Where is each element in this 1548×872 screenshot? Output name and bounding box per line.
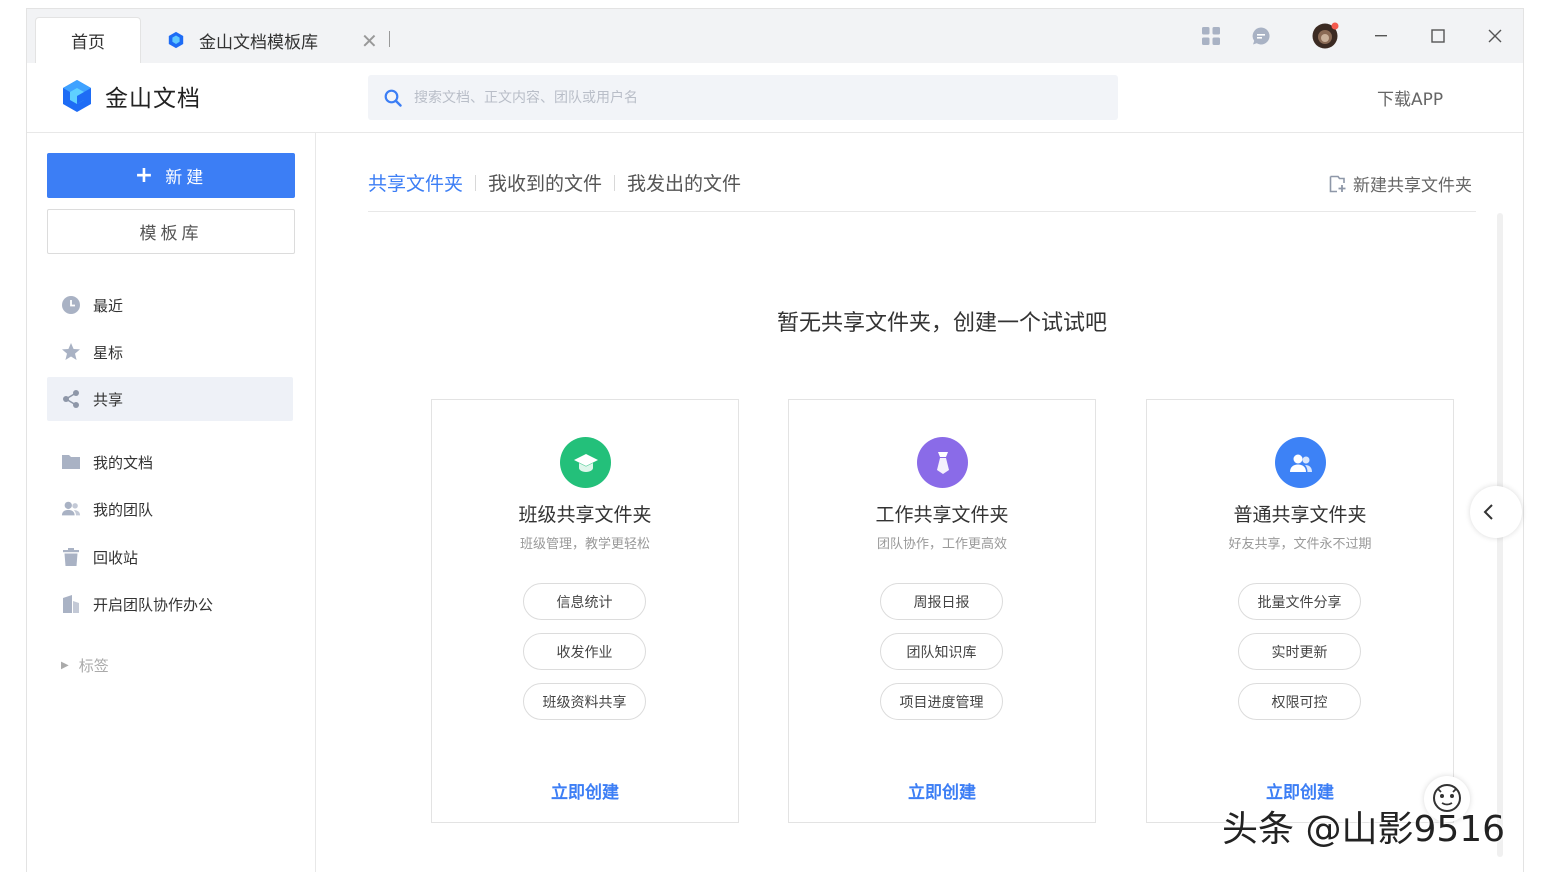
card-title: 普通共享文件夹 — [1233, 504, 1367, 526]
subtab-sent-files[interactable]: 我发出的文件 — [627, 169, 741, 196]
sidebar-item-shared[interactable]: 共享 — [47, 377, 293, 421]
feature-pill[interactable]: 收发作业 — [523, 633, 646, 670]
empty-state-title: 暂无共享文件夹，创建一个试试吧 — [776, 311, 1107, 336]
sidebar-item-label: 回收站 — [93, 548, 139, 567]
tab-home-label: 首页 — [71, 33, 105, 53]
brand-name: 金山文档 — [105, 86, 201, 112]
feature-pill[interactable]: 团队知识库 — [880, 633, 1003, 670]
new-shared-folder-button[interactable]: 新建共享文件夹 — [1329, 171, 1472, 196]
minimize-button[interactable] — [1363, 9, 1399, 63]
subtab-bar: 共享文件夹 我收到的文件 我发出的文件 — [368, 169, 741, 196]
watermark: 头条 @山影9516 — [1222, 809, 1506, 850]
card-general-shared-folder: 普通共享文件夹 好友共享，文件永不过期 批量文件分享 实时更新 权限可控 立即创… — [1146, 399, 1454, 823]
sidebar-item-trash[interactable]: 回收站 — [47, 535, 293, 579]
feature-pill[interactable]: 周报日报 — [880, 583, 1003, 620]
sidebar-item-label: 星标 — [93, 343, 124, 362]
sidebar-item-recent[interactable]: 最近 — [47, 283, 293, 327]
app-window: 首页 金山文档模板库 ✕ 金山文档 搜索文档、正文内容、团队或用户名 下载APP… — [26, 8, 1524, 872]
card-title: 工作共享文件夹 — [875, 504, 1009, 526]
sidebar-item-starred[interactable]: 星标 — [47, 330, 293, 374]
card-title: 班级共享文件夹 — [518, 504, 652, 526]
feature-pill[interactable]: 实时更新 — [1238, 633, 1361, 670]
apps-grid-icon[interactable] — [1193, 9, 1229, 63]
search-box[interactable] — [368, 75, 1118, 120]
tab-template-label: 金山文档模板库 — [199, 32, 318, 53]
kdocs-logo-icon — [168, 31, 184, 49]
create-now-button[interactable]: 立即创建 — [432, 778, 738, 803]
card-subtitle: 团队协作，工作更高效 — [876, 537, 1007, 552]
avatar[interactable] — [1307, 9, 1343, 63]
feature-pill[interactable]: 权限可控 — [1238, 683, 1361, 720]
brand[interactable]: 金山文档 — [61, 79, 201, 113]
sidebar: + 新建 模板库 最近 星标 共享 我的文档 我的团队 回收站 开启团队协作办公… — [27, 133, 316, 872]
template-button-label: 模板库 — [139, 224, 203, 244]
collapse-panel-button[interactable] — [1470, 486, 1522, 538]
close-icon[interactable]: ✕ — [361, 29, 378, 53]
feature-pill[interactable]: 项目进度管理 — [880, 683, 1003, 720]
close-window-button[interactable] — [1477, 9, 1513, 63]
message-icon[interactable] — [1243, 9, 1279, 63]
caret-right-icon: ▶ — [61, 660, 69, 671]
chevron-left-icon — [1483, 504, 1493, 520]
tags-toggle[interactable]: ▶ 标签 — [61, 655, 109, 676]
card-subtitle: 好友共享，文件永不过期 — [1228, 537, 1372, 552]
kdocs-logo-icon — [63, 80, 91, 112]
new-button[interactable]: + 新建 — [47, 153, 295, 198]
folder-icon — [61, 452, 81, 472]
share-icon — [61, 389, 81, 409]
tab-home[interactable]: 首页 — [35, 17, 141, 63]
divider — [368, 211, 1476, 212]
subtab-received-files[interactable]: 我收到的文件 — [488, 169, 602, 196]
building-icon — [61, 594, 81, 614]
tab-template-library[interactable]: 金山文档模板库 ✕ — [165, 17, 405, 63]
sidebar-item-team-office[interactable]: 开启团队协作办公 — [47, 582, 293, 626]
users-icon — [1275, 437, 1326, 488]
clock-icon — [61, 295, 81, 315]
team-icon — [61, 499, 81, 519]
subtab-divider — [475, 174, 477, 191]
template-library-button[interactable]: 模板库 — [47, 209, 295, 254]
sidebar-item-label: 我的团队 — [93, 500, 154, 519]
app-header: 金山文档 下载APP — [27, 63, 1523, 133]
tags-label: 标签 — [78, 657, 109, 675]
sidebar-item-my-team[interactable]: 我的团队 — [47, 487, 293, 531]
tab-divider — [389, 31, 390, 47]
card-class-shared-folder: 班级共享文件夹 班级管理，教学更轻松 信息统计 收发作业 班级资料共享 立即创建 — [431, 399, 739, 823]
star-icon — [61, 342, 81, 362]
feature-pill[interactable]: 批量文件分享 — [1238, 583, 1361, 620]
sidebar-item-label: 我的文档 — [93, 453, 154, 472]
feature-pill[interactable]: 信息统计 — [523, 583, 646, 620]
sidebar-item-label: 最近 — [93, 296, 124, 315]
tie-icon — [917, 437, 968, 488]
search-input[interactable] — [414, 89, 1094, 106]
sidebar-item-label: 开启团队协作办公 — [93, 595, 214, 614]
subtab-divider — [614, 174, 616, 191]
maximize-button[interactable] — [1420, 9, 1456, 63]
plus-icon: + — [134, 163, 158, 188]
card-subtitle: 班级管理，教学更轻松 — [519, 537, 650, 552]
subtab-shared-folders[interactable]: 共享文件夹 — [368, 169, 463, 196]
new-shared-folder-label: 新建共享文件夹 — [1353, 176, 1472, 196]
graduation-cap-icon — [560, 437, 611, 488]
card-work-shared-folder: 工作共享文件夹 团队协作，工作更高效 周报日报 团队知识库 项目进度管理 立即创… — [788, 399, 1096, 823]
sidebar-item-my-docs[interactable]: 我的文档 — [47, 440, 293, 484]
sidebar-item-label: 共享 — [93, 390, 124, 409]
feature-pill[interactable]: 班级资料共享 — [523, 683, 646, 720]
download-app-link[interactable]: 下载APP — [1377, 85, 1443, 110]
main-content: 共享文件夹 我收到的文件 我发出的文件 新建共享文件夹 暂无共享文件夹，创建一个… — [317, 133, 1523, 872]
create-now-button[interactable]: 立即创建 — [789, 778, 1095, 803]
trash-icon — [61, 547, 81, 567]
add-folder-icon — [1329, 175, 1346, 192]
search-icon — [384, 89, 402, 107]
tab-bar: 首页 金山文档模板库 ✕ — [27, 9, 1523, 63]
new-button-label: 新建 — [165, 168, 208, 188]
